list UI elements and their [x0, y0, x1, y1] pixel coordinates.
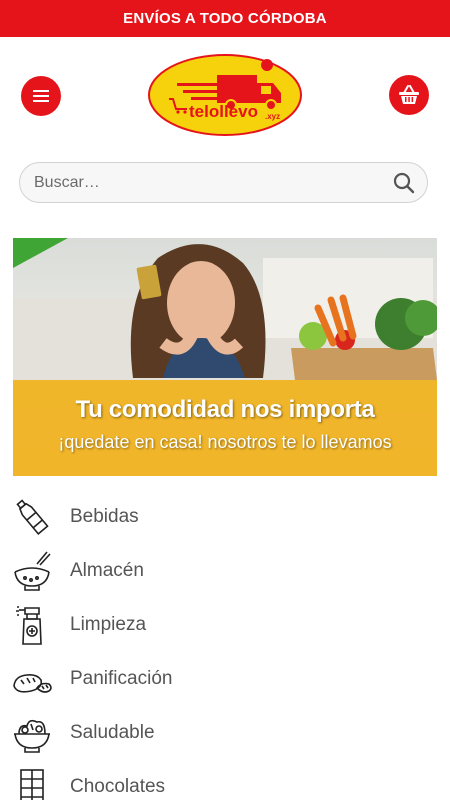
- bottle-icon: [16, 499, 49, 536]
- salad-icon: [14, 719, 50, 753]
- logo-suffix: .xyz: [265, 112, 280, 121]
- category-item-panificacion[interactable]: Panificación: [0, 652, 450, 706]
- basket-icon: [399, 85, 419, 104]
- category-label: Almacén: [70, 560, 144, 581]
- chocolate-bar-icon: [20, 769, 44, 800]
- category-item-limpieza[interactable]: Limpieza: [0, 598, 450, 652]
- category-item-almacen[interactable]: Almacén: [0, 544, 450, 598]
- category-item-bebidas[interactable]: Bebidas: [0, 490, 450, 544]
- spray-bottle-icon: [16, 606, 42, 645]
- search-input[interactable]: [34, 173, 393, 192]
- announcement-text: ENVÍOS A TODO CÓRDOBA: [123, 10, 327, 27]
- category-item-chocolates[interactable]: Chocolates: [0, 760, 450, 800]
- category-label: Saludable: [70, 722, 155, 743]
- promo-banner[interactable]: Tu comodidad nos importa ¡quedate en cas…: [13, 238, 437, 476]
- bread-icon: [13, 674, 52, 693]
- site-header: telollevo .xyz: [0, 37, 450, 155]
- category-label: Panificación: [70, 668, 173, 689]
- banner-title: Tu comodidad nos importa: [75, 395, 375, 423]
- category-item-saludable[interactable]: Saludable: [0, 706, 450, 760]
- banner-caption: Tu comodidad nos importa ¡quedate en cas…: [13, 380, 437, 476]
- banner-subtitle: ¡quedate en casa! nosotros te lo llevamo…: [58, 431, 392, 452]
- bowl-icon: [14, 551, 51, 591]
- category-label: Limpieza: [70, 614, 147, 635]
- category-label: Chocolates: [70, 776, 166, 797]
- logo-text: telollevo: [189, 102, 258, 121]
- cart-button[interactable]: [389, 75, 429, 115]
- menu-button[interactable]: [21, 76, 61, 116]
- shipping-announcement-bar: ENVÍOS A TODO CÓRDOBA: [0, 0, 450, 37]
- category-label: Bebidas: [70, 506, 139, 527]
- site-logo[interactable]: telollevo .xyz: [147, 53, 303, 137]
- search-bar: [19, 162, 428, 203]
- menu-icon: [33, 90, 49, 102]
- search-icon[interactable]: [393, 172, 415, 194]
